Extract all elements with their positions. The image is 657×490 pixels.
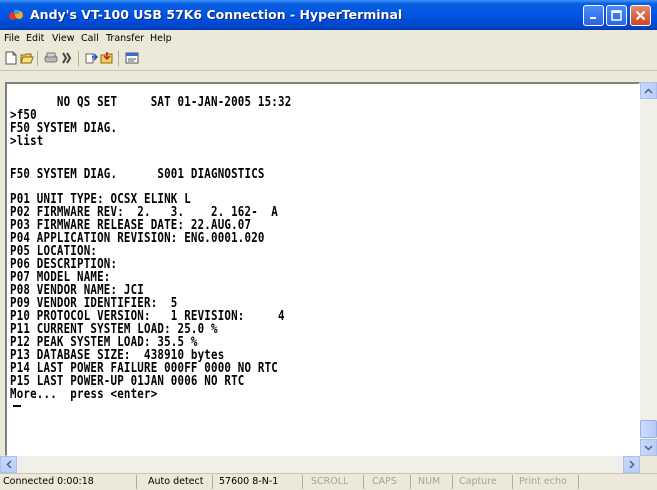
menu-view[interactable]: View [52,33,75,44]
status-separator [410,475,411,489]
status-separator [512,475,513,489]
menu-edit[interactable]: Edit [26,33,44,44]
status-port-settings: 57600 8-N-1 [219,476,279,487]
status-separator [578,475,579,489]
hyperterminal-window: Andy's VT-100 USB 57K6 Connection - Hype… [0,0,657,490]
scroll-up-button[interactable] [640,82,657,99]
status-auto-detect: Auto detect [148,476,204,487]
status-separator [452,475,453,489]
toolbar-separator [118,51,119,66]
properties-icon[interactable] [125,51,139,65]
toolbar-separator [78,51,79,66]
chevron-down-icon [644,444,653,451]
terminal-line: >list [10,132,44,149]
open-icon[interactable] [20,51,34,65]
status-separator [136,475,137,489]
menu-help[interactable]: Help [150,33,172,44]
call-icon[interactable] [60,51,74,65]
close-button[interactable] [630,5,651,26]
chevron-left-icon [5,460,12,469]
terminal-line: NO QS SET SAT 01-JAN-2005 15:32 [10,94,292,110]
chevron-up-icon [644,87,653,94]
maximize-button[interactable] [606,5,627,26]
scroll-down-button[interactable] [640,439,657,456]
status-num: NUM [418,476,441,487]
window-title: Andy's VT-100 USB 57K6 Connection - Hype… [30,7,403,22]
status-capture: Capture [459,476,497,487]
minimize-button[interactable] [583,5,604,26]
new-icon[interactable] [4,51,18,65]
receive-icon[interactable] [100,51,114,65]
toolbar [0,48,657,71]
status-caps: CAPS [372,476,397,487]
terminal-line: F50 SYSTEM DIAG. S001 DIAGNOSTICS [10,165,265,182]
title-bar[interactable]: Andy's VT-100 USB 57K6 Connection - Hype… [0,0,657,30]
close-icon [635,10,646,21]
menu-transfer[interactable]: Transfer [106,33,144,44]
vertical-scrollbar[interactable] [640,82,657,456]
status-bar: Connected 0:00:18 Auto detect 57600 8-N-… [0,473,657,490]
maximize-icon [611,10,622,21]
text-cursor [13,405,21,407]
scroll-right-button[interactable] [623,456,640,473]
status-scroll: SCROLL [311,476,349,487]
vertical-scroll-thumb[interactable] [640,420,657,438]
scroll-left-button[interactable] [0,456,17,473]
toolbar-separator [37,51,38,66]
horizontal-scrollbar[interactable] [0,456,640,473]
status-separator [302,475,303,489]
disconnect-icon[interactable] [44,51,58,65]
status-print-echo: Print echo [519,476,567,487]
send-icon[interactable] [84,51,98,65]
status-connected: Connected 0:00:18 [3,476,94,487]
terminal-line: More... press <enter> [10,385,158,402]
chevron-right-icon [628,460,635,469]
status-separator [363,475,364,489]
terminal-screen[interactable]: NO QS SET SAT 01-JAN-2005 15:32 >f50 F50… [10,94,635,449]
minimize-icon [590,17,596,19]
menu-call[interactable]: Call [81,33,99,44]
hyperterminal-app-icon [9,10,23,20]
status-separator [212,475,213,489]
menu-bar: File Edit View Call Transfer Help [0,30,657,48]
menu-file[interactable]: File [4,33,20,44]
